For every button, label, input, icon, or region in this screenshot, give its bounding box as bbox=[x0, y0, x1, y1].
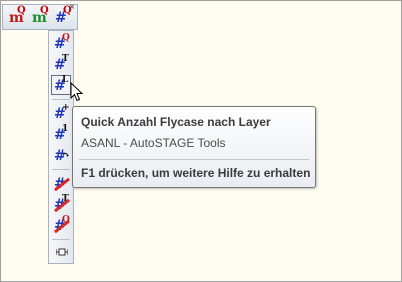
toolbar-button-hash-plus[interactable]: # + bbox=[51, 103, 71, 123]
tooltip-title: Quick Anzahl Flycase nach Layer bbox=[81, 115, 271, 129]
toolbar-separator bbox=[52, 99, 70, 100]
toolbar-button-hash-q[interactable]: # Q bbox=[51, 33, 71, 53]
toolbar-button-hash-t-delete[interactable]: # T bbox=[51, 194, 71, 214]
close-icon[interactable]: × bbox=[68, 3, 76, 11]
toolbar-button-m-q-green[interactable]: m Q bbox=[29, 5, 49, 27]
toolbar-separator bbox=[52, 169, 70, 170]
toolbar-separator bbox=[52, 239, 70, 240]
sup-label: Q bbox=[17, 5, 26, 16]
sup-label: Q bbox=[62, 33, 70, 43]
toolbar-button-hash-t[interactable]: # T bbox=[51, 54, 71, 74]
sup-label: + bbox=[62, 103, 70, 113]
rotate-icon: ↷ bbox=[62, 151, 70, 161]
cursor-icon bbox=[70, 82, 84, 102]
top-toolbar: m Q m Q # Q × bbox=[2, 3, 78, 30]
sup-label: Q bbox=[40, 5, 49, 16]
sup-label: T bbox=[62, 54, 69, 64]
toolbar-button-hash-l[interactable]: # L bbox=[51, 75, 71, 95]
tooltip-divider bbox=[79, 159, 309, 160]
toolbar-button-hash-delete[interactable]: # bbox=[51, 173, 71, 193]
sup-label: L bbox=[62, 75, 69, 85]
toolbar-button-pin[interactable] bbox=[51, 242, 71, 262]
toolbar-button-hash-q-delete[interactable]: # Q bbox=[51, 215, 71, 235]
tooltip-subtitle: ASANL - AutoSTAGE Tools bbox=[81, 136, 226, 150]
tooltip: Quick Anzahl Flycase nach Layer ASANL - … bbox=[72, 106, 316, 188]
sup-label: 1 bbox=[62, 124, 69, 134]
toolbar-button-m-q-red[interactable]: m Q bbox=[6, 5, 26, 27]
vertical-toolbar: # Q # T # L # + # 1 # ↷ # # T # Q bbox=[48, 30, 74, 264]
pin-icon bbox=[56, 248, 68, 256]
tooltip-help: F1 drücken, um weitere Hilfe zu erhalten bbox=[81, 166, 311, 180]
toolbar-button-hash-1[interactable]: # 1 bbox=[51, 124, 71, 144]
toolbar-button-hash-rotate[interactable]: # ↷ bbox=[51, 145, 71, 165]
